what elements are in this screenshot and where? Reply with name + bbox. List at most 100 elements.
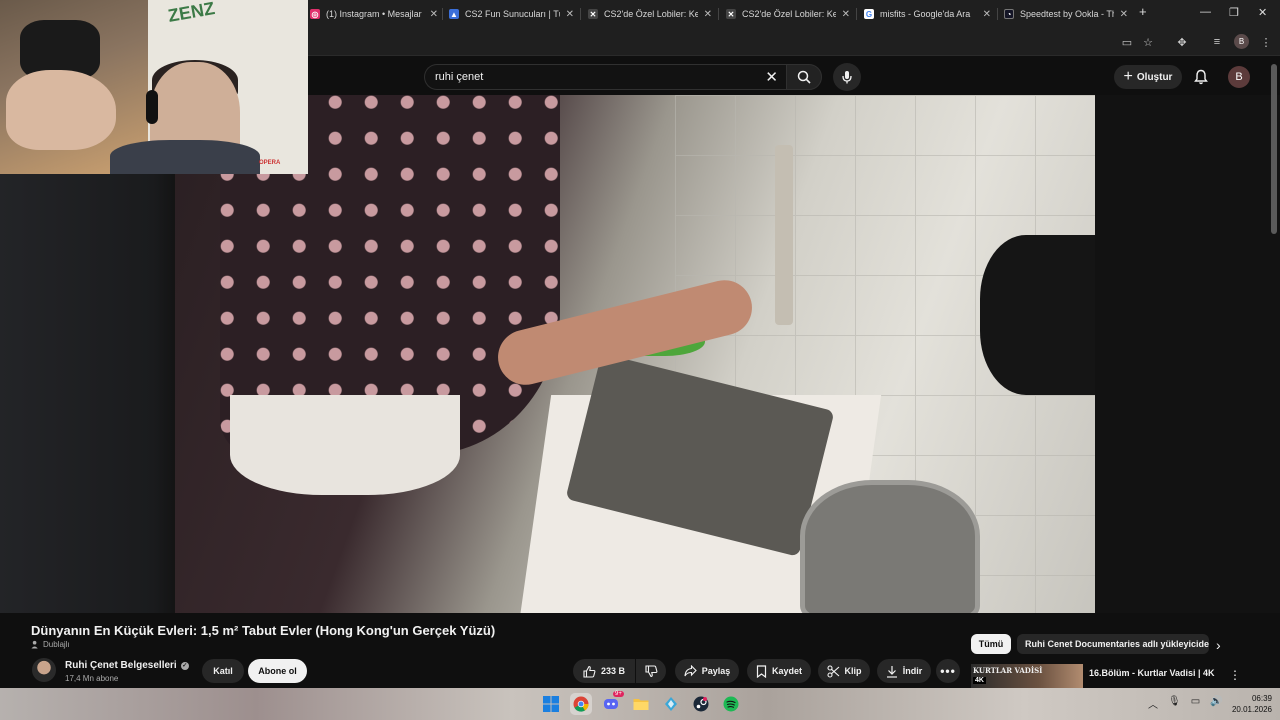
webcam-tag: OPERA bbox=[259, 160, 281, 166]
discord-taskbar-app[interactable]: 9+ bbox=[600, 691, 624, 715]
tab-title: misfits - Google'da Ara bbox=[880, 9, 971, 19]
clear-search-icon[interactable]: ✕ bbox=[765, 68, 778, 86]
cs2-icon: ▲ bbox=[449, 9, 459, 19]
video-scene-cooker bbox=[980, 235, 1095, 395]
account-avatar[interactable]: B bbox=[1228, 66, 1250, 88]
clip-button[interactable]: Klip bbox=[818, 659, 870, 683]
download-label: İndir bbox=[902, 666, 923, 676]
windows-taskbar: 9+ ︿ 🎙 ▭ 🔊 06:39 20.01.2026 bbox=[0, 688, 1280, 720]
close-icon[interactable]: ✕ bbox=[983, 9, 991, 20]
webcam-shirt bbox=[110, 140, 260, 174]
tab-title: CS2'de Özel Lobiler: Kendi bbox=[604, 9, 698, 19]
scissors-icon bbox=[826, 664, 839, 678]
app-taskbar-app[interactable] bbox=[660, 693, 682, 715]
chip-channel-uploads[interactable]: Ruhi Cenet Documentaries adlı yükleyicid… bbox=[1017, 634, 1209, 654]
video-title: Dünyanın En Küçük Evleri: 1,5 m² Tabut E… bbox=[31, 623, 496, 638]
minimize-icon[interactable]: — bbox=[1200, 6, 1211, 18]
page-scrollbar[interactable] bbox=[1271, 64, 1277, 234]
tab-title: CS2 Fun Sunucuları | Türkiye bbox=[465, 9, 560, 19]
tab-speedtest[interactable]: ◔ Speedtest by Ookla - The ✕ bbox=[1004, 4, 1128, 24]
clock-time: 06:39 bbox=[1251, 694, 1272, 703]
tab-instagram[interactable]: ◎ (1) Instagram • Mesajlar ✕ bbox=[310, 4, 438, 24]
chevron-up-icon[interactable]: ︿ bbox=[1148, 696, 1158, 711]
download-button[interactable]: İndir bbox=[877, 659, 931, 683]
spotify-icon bbox=[723, 696, 739, 712]
chrome-taskbar-app[interactable] bbox=[570, 693, 592, 715]
bell-icon bbox=[1194, 69, 1208, 85]
headset-icon bbox=[146, 90, 158, 124]
thumbs-down-icon bbox=[644, 664, 657, 677]
download-icon bbox=[886, 665, 897, 678]
tab-title: (1) Instagram • Mesajlar bbox=[326, 9, 422, 19]
close-icon[interactable]: ✕ bbox=[566, 9, 574, 20]
voice-search-button[interactable] bbox=[833, 63, 861, 91]
tab-cs2-fun[interactable]: ▲ CS2 Fun Sunucuları | Türkiye ✕ bbox=[449, 4, 574, 24]
like-button[interactable]: 233 B bbox=[573, 659, 635, 683]
search-button[interactable] bbox=[786, 64, 822, 90]
spotify-taskbar-app[interactable] bbox=[720, 693, 742, 715]
bookmark-star-icon[interactable]: ☆ bbox=[1141, 35, 1155, 49]
browser-menu-icon[interactable]: ⋮ bbox=[1259, 35, 1273, 49]
dubbed-label: Dublajlı bbox=[43, 640, 70, 649]
steam-icon bbox=[693, 696, 709, 712]
clip-label: Klip bbox=[844, 666, 862, 676]
dubbed-icon bbox=[31, 640, 38, 649]
discord-badge: 9+ bbox=[613, 691, 624, 697]
video-frame[interactable] bbox=[175, 95, 1095, 613]
new-tab-button[interactable]: + bbox=[1139, 4, 1147, 19]
plus-icon: + bbox=[1123, 68, 1133, 85]
chevron-right-icon[interactable]: › bbox=[1216, 637, 1221, 653]
close-icon[interactable]: ✕ bbox=[1120, 9, 1128, 20]
tab-google[interactable]: G misfits - Google'da Ara ✕ bbox=[864, 4, 991, 24]
channel-name-link[interactable]: Ruhi Çenet Belgeselleri ✓ bbox=[65, 660, 189, 671]
clock[interactable]: 06:39 20.01.2026 bbox=[1226, 693, 1272, 715]
notifications-button[interactable] bbox=[1191, 67, 1211, 87]
tab-title: CS2'de Özel Lobiler: Kendi bbox=[742, 9, 836, 19]
steam-taskbar-app[interactable] bbox=[690, 693, 712, 715]
extensions-icon[interactable]: ✥ bbox=[1175, 35, 1189, 49]
more-vertical-icon[interactable]: ⋮ bbox=[1229, 668, 1241, 682]
save-button[interactable]: Kaydet bbox=[747, 659, 811, 683]
subscriber-count: 17,4 Mn abone bbox=[65, 674, 119, 683]
network-icon[interactable]: ▭ bbox=[1191, 696, 1200, 711]
close-icon[interactable]: ✕ bbox=[842, 9, 850, 20]
restore-icon[interactable]: ❐ bbox=[1229, 6, 1239, 19]
subscribe-button[interactable]: Abone ol bbox=[248, 659, 307, 683]
window-close-icon[interactable]: ✕ bbox=[1258, 6, 1267, 19]
more-actions-button[interactable]: ••• bbox=[936, 659, 960, 683]
video-scene-tap bbox=[775, 145, 793, 325]
google-icon: G bbox=[864, 9, 874, 19]
video-scene-apron bbox=[230, 395, 460, 495]
create-label: Oluştur bbox=[1136, 71, 1173, 83]
media-controls-icon[interactable]: ≡ bbox=[1210, 35, 1224, 49]
close-icon[interactable]: ✕ bbox=[430, 9, 438, 20]
close-icon[interactable]: ✕ bbox=[704, 9, 712, 20]
join-button[interactable]: Katıl bbox=[202, 659, 244, 683]
share-icon bbox=[684, 665, 697, 677]
search-icon bbox=[797, 70, 811, 84]
volume-icon[interactable]: 🔊 bbox=[1210, 696, 1222, 711]
search-query[interactable]: ruhi çenet bbox=[435, 71, 483, 83]
share-button[interactable]: Paylaş bbox=[675, 659, 739, 683]
video-scene-pot bbox=[800, 480, 980, 613]
dislike-button[interactable] bbox=[636, 659, 666, 683]
microphone-icon bbox=[842, 71, 852, 84]
tab-cs2-lobby-1[interactable]: ✕ CS2'de Özel Lobiler: Kendi ✕ bbox=[588, 4, 712, 24]
recommendation-thumbnail[interactable]: KURTLAR VADİSİ 4K bbox=[971, 664, 1083, 688]
cast-icon[interactable]: ▭ bbox=[1120, 35, 1134, 49]
file-explorer-taskbar-app[interactable] bbox=[630, 693, 652, 715]
create-button[interactable]: + Oluştur bbox=[1114, 65, 1182, 89]
chrome-icon bbox=[573, 696, 589, 712]
start-button[interactable] bbox=[540, 693, 562, 715]
chip-all[interactable]: Tümü bbox=[971, 634, 1011, 654]
more-horizontal-icon: ••• bbox=[940, 664, 956, 678]
channel-avatar[interactable] bbox=[32, 658, 56, 682]
search-input[interactable]: ruhi çenet ✕ bbox=[424, 64, 786, 90]
cs2-x-icon: ✕ bbox=[588, 9, 598, 19]
recommendation-title[interactable]: 16.Bölüm - Kurtlar Vadisi | 4K bbox=[1089, 668, 1215, 678]
channel-name: Ruhi Çenet Belgeselleri bbox=[65, 660, 177, 671]
browser-profile-avatar[interactable]: B bbox=[1234, 34, 1249, 49]
tab-cs2-lobby-2[interactable]: ✕ CS2'de Özel Lobiler: Kendi ✕ bbox=[726, 4, 850, 24]
mic-tray-icon[interactable]: 🎙 bbox=[1168, 696, 1181, 711]
folder-icon bbox=[633, 699, 649, 710]
